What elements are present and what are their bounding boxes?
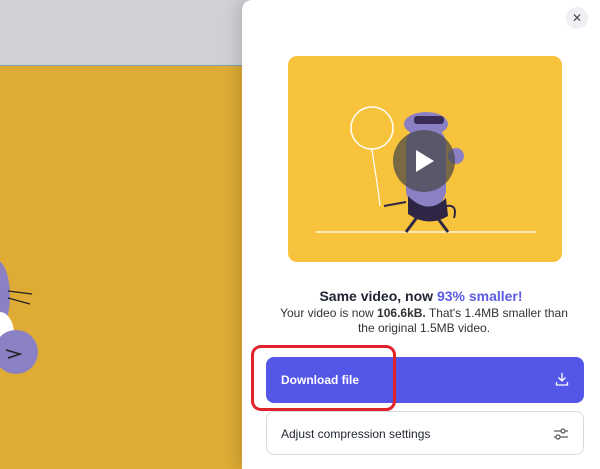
close-icon: ✕ — [571, 11, 583, 25]
download-label: Download file — [281, 373, 359, 387]
download-file-button[interactable]: Download file — [266, 357, 584, 403]
sliders-icon — [554, 428, 568, 440]
adjust-compression-button[interactable]: Adjust compression settings — [266, 411, 584, 455]
close-button[interactable]: ✕ — [566, 7, 588, 29]
desc-line2: the original 1.5MB video. — [357, 321, 491, 335]
result-headline: Same video, now 93% smaller! — [242, 288, 600, 304]
play-button[interactable] — [393, 130, 455, 192]
result-description: Your video is now 106.6kB. That's 1.4MB … — [264, 306, 584, 336]
headline-accent: 93% smaller! — [436, 288, 523, 304]
compression-result-panel: ✕ Same video, now 93% smaller! Your vide… — [242, 0, 600, 469]
desc-suffix: That's 1.4MB smaller than — [425, 306, 568, 320]
new-file-size: 106.6kB. — [377, 306, 426, 320]
video-preview[interactable] — [288, 56, 562, 262]
adjust-label: Adjust compression settings — [281, 427, 431, 441]
editor-canvas — [0, 66, 260, 469]
desc-prefix: Your video is now — [280, 306, 378, 320]
headline-text: Same video, now — [319, 288, 437, 304]
download-icon — [555, 373, 569, 386]
play-icon — [416, 150, 434, 172]
